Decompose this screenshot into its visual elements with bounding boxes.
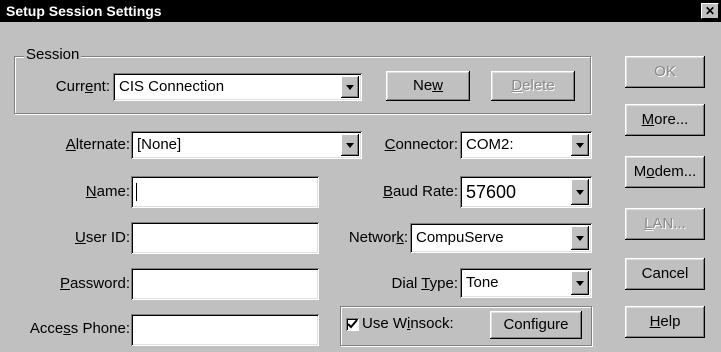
current-session-select[interactable]: CIS Connection — [113, 73, 362, 101]
current-session-value: CIS Connection — [119, 78, 225, 95]
dial-type-label: Dial Type: — [391, 275, 458, 292]
session-group-label: Session — [24, 46, 82, 63]
alternate-label: Alternate: — [65, 136, 130, 153]
use-winsock-label: Use Winsock: — [362, 315, 454, 332]
dial-type-select[interactable]: Tone — [460, 268, 592, 298]
more-button[interactable]: More... — [625, 104, 705, 136]
lan-button[interactable]: LAN... — [625, 208, 705, 240]
baud-rate-label: Baud Rate: — [382, 183, 458, 200]
baud-rate-select[interactable]: 57600 — [460, 176, 592, 208]
ok-button[interactable]: OK — [625, 56, 705, 88]
connector-label: Connector: — [384, 136, 458, 153]
new-button[interactable]: New — [386, 71, 470, 101]
alternate-select[interactable]: [None] — [131, 131, 362, 159]
password-field[interactable] — [131, 268, 319, 300]
chevron-down-icon[interactable] — [341, 134, 359, 156]
chevron-down-icon[interactable] — [341, 76, 359, 98]
setup-session-dialog: Setup Session Settings ✕ Session Current… — [0, 0, 721, 352]
help-button[interactable]: Help — [625, 306, 705, 338]
close-icon: ✕ — [704, 4, 716, 18]
network-label: Network: — [348, 229, 408, 246]
name-label: Name: — [85, 183, 130, 200]
dial-type-value: Tone — [466, 274, 499, 291]
delete-button[interactable]: Delete — [491, 71, 575, 101]
close-button[interactable]: ✕ — [701, 3, 719, 19]
configure-button[interactable]: Configure — [490, 311, 582, 339]
userid-field[interactable] — [131, 222, 319, 254]
alternate-value: [None] — [137, 136, 182, 153]
access-phone-field[interactable] — [131, 314, 319, 346]
use-winsock-checkbox[interactable] — [346, 318, 359, 331]
chevron-down-icon[interactable] — [571, 226, 589, 250]
chevron-down-icon[interactable] — [571, 179, 589, 205]
checkmark-icon — [347, 319, 358, 329]
modem-button[interactable]: Modem... — [625, 156, 705, 188]
text-caret — [136, 183, 137, 201]
cancel-button[interactable]: Cancel — [625, 258, 705, 290]
connector-select[interactable]: COM2: — [460, 131, 592, 159]
title-bar: Setup Session Settings ✕ — [0, 0, 721, 22]
baud-rate-value: 57600 — [466, 182, 517, 202]
network-value: CompuServe — [416, 229, 504, 246]
name-field[interactable] — [131, 176, 319, 208]
userid-label: User ID: — [74, 229, 130, 246]
access-phone-label: Access Phone: — [29, 320, 130, 337]
current-label: Current: — [55, 78, 110, 95]
network-select[interactable]: CompuServe — [410, 223, 592, 253]
password-label: Password: — [59, 275, 130, 292]
window-title: Setup Session Settings — [6, 3, 162, 19]
chevron-down-icon[interactable] — [571, 134, 589, 156]
connector-value: COM2: — [466, 136, 514, 153]
chevron-down-icon[interactable] — [571, 271, 589, 295]
